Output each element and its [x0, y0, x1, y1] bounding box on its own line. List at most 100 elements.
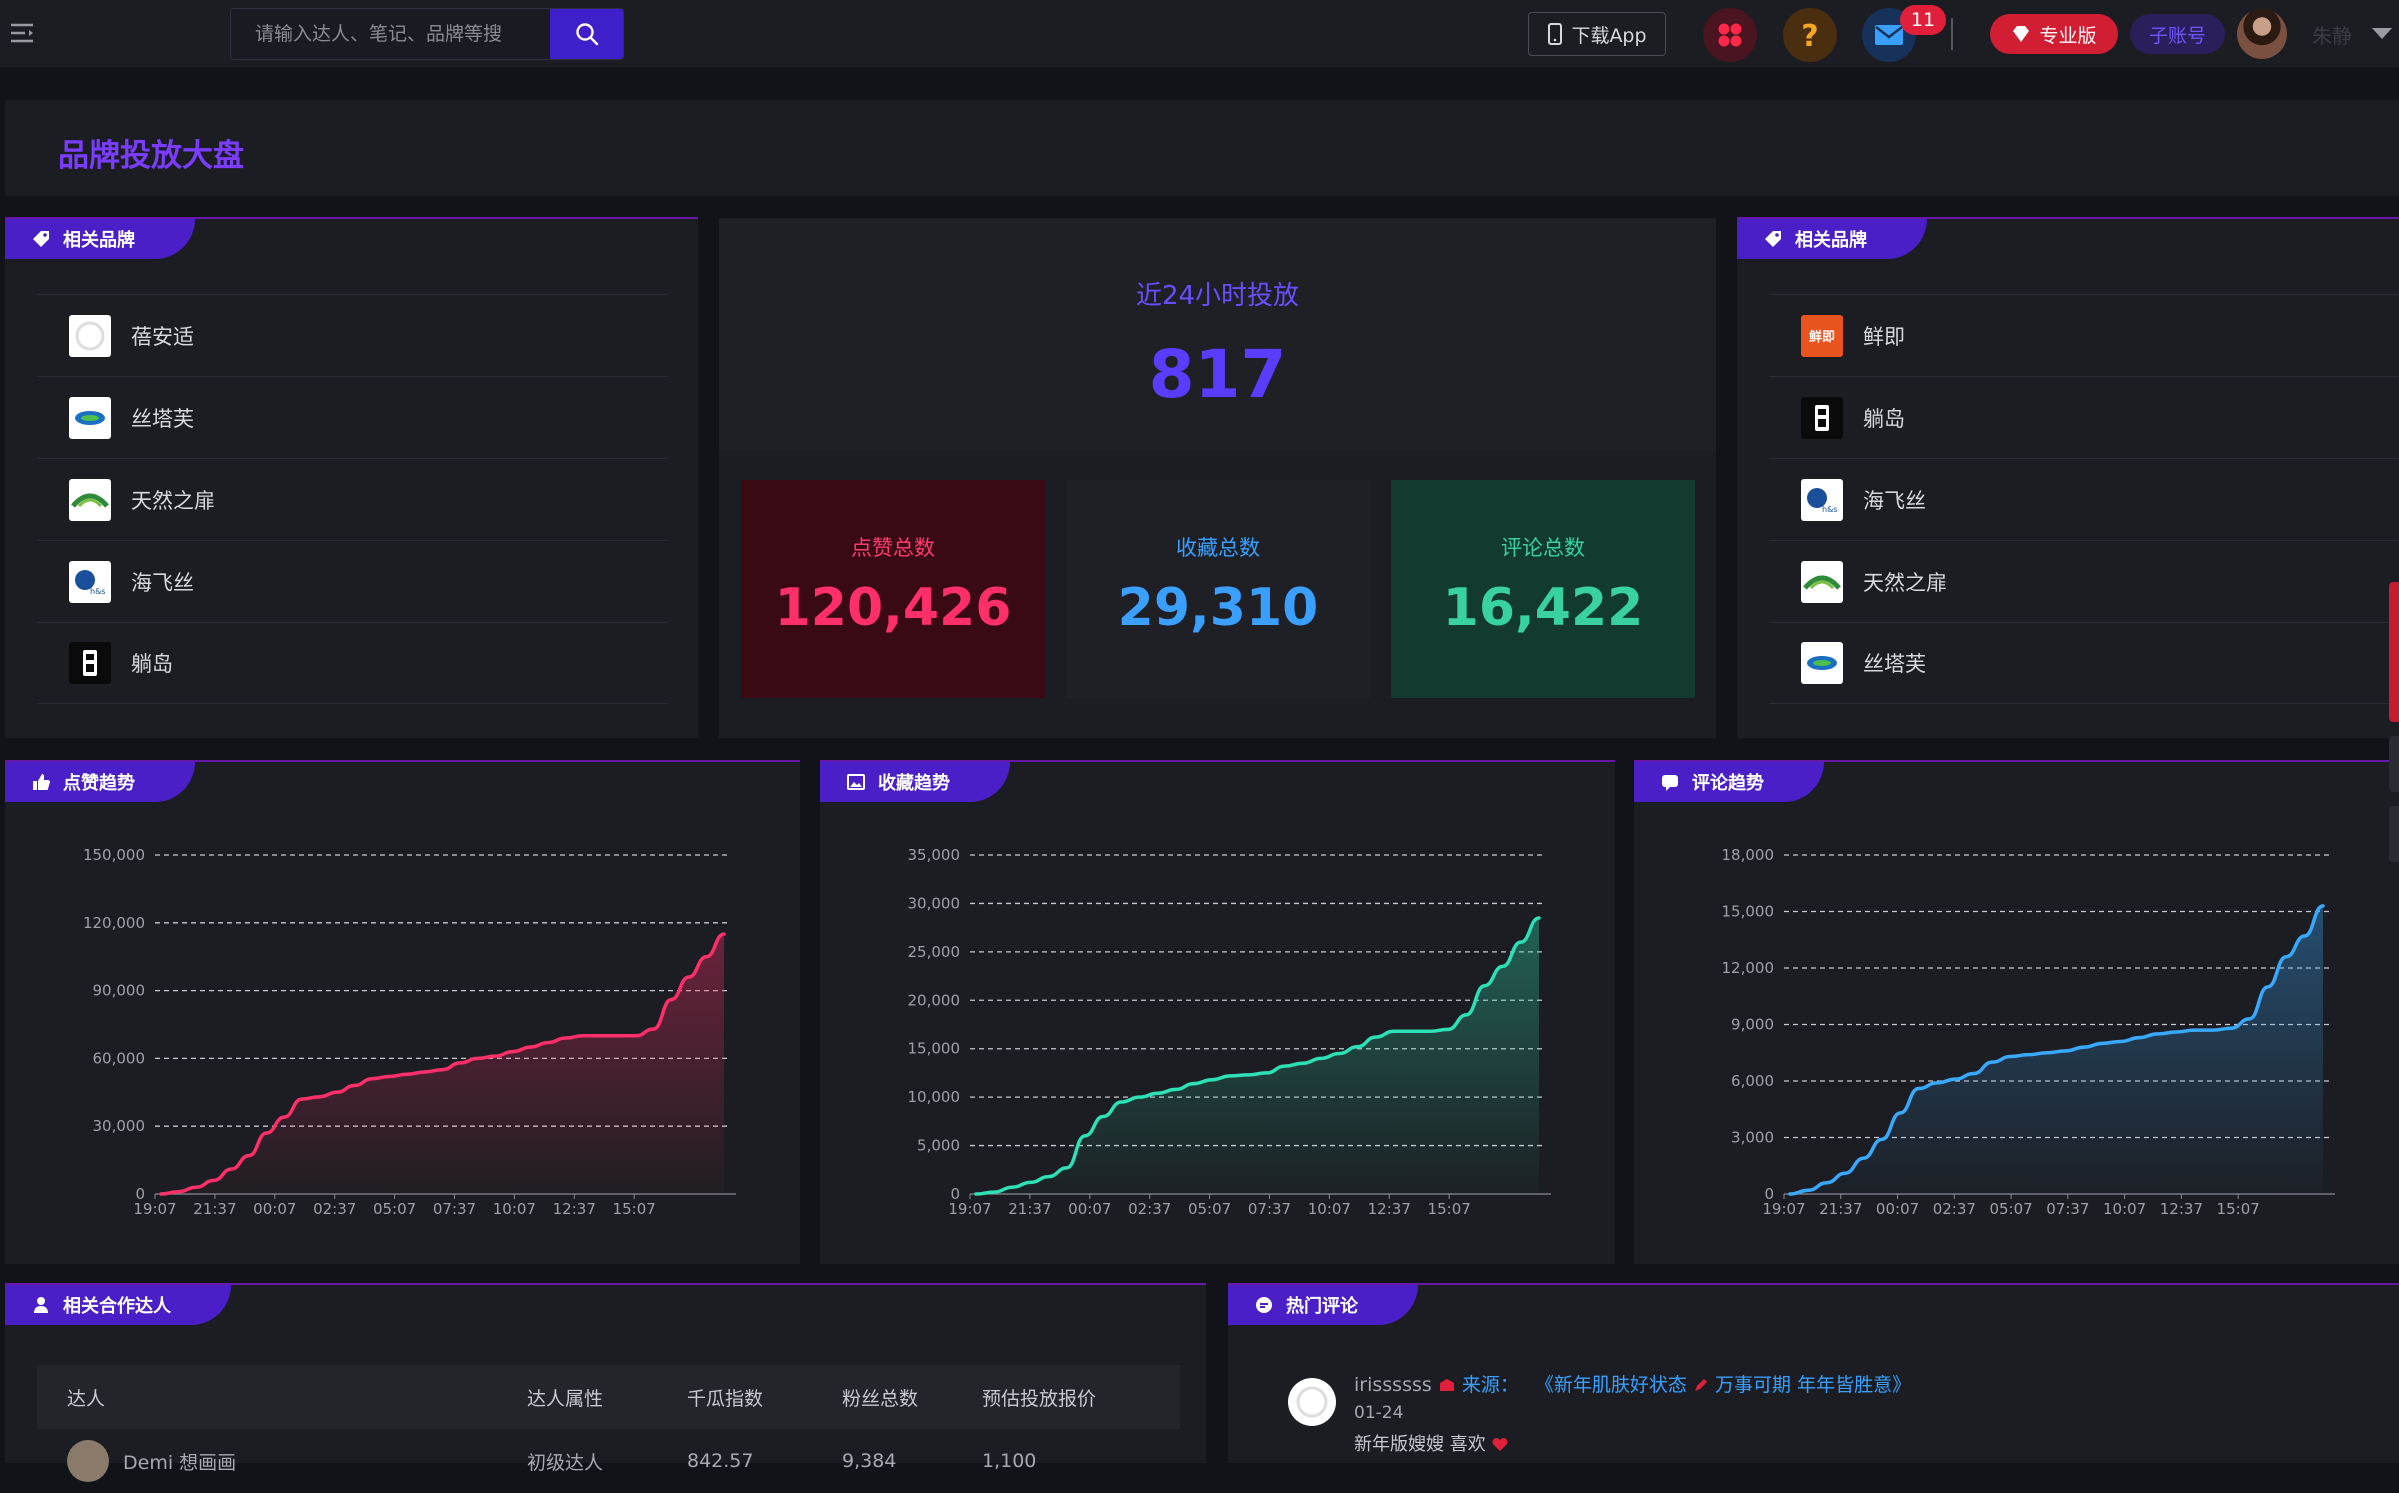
- column-header[interactable]: 预估投放报价: [982, 1384, 1172, 1411]
- series-area: [976, 917, 1539, 1194]
- x-tick-label: 02:37: [313, 1200, 356, 1218]
- brand-name: 海飞丝: [1863, 488, 1926, 513]
- brand-item[interactable]: 躺岛: [1769, 376, 2399, 458]
- summary-panel: 近24小时投放 817 点赞总数 120,426 收藏总数 29,310 评论总…: [719, 218, 1716, 738]
- y-tick-label: 35,000: [908, 846, 961, 864]
- tag-icon: [33, 231, 49, 247]
- last24-value: 817: [1148, 336, 1287, 413]
- brand-item[interactable]: 鲜即 鲜即: [1769, 294, 2399, 376]
- favorites-trend-panel: 收藏趋势 35,000 30,000 25,000 20,000 15,000 10,00…: [820, 760, 1615, 1264]
- x-tick-label: 21:37: [193, 1200, 236, 1218]
- page-title: 品牌投放大盘: [58, 138, 244, 174]
- user-menu-caret-icon[interactable]: [2372, 28, 2392, 39]
- x-tick-label: 00:07: [253, 1200, 296, 1218]
- diamond-icon: [2013, 26, 2030, 42]
- column-header[interactable]: 粉丝总数: [842, 1384, 982, 1411]
- x-tick-label: 00:07: [1068, 1200, 1111, 1218]
- side-scroll-marker[interactable]: [2389, 736, 2399, 792]
- x-tick-label: 07:37: [2046, 1200, 2089, 1218]
- brand-item[interactable]: h&s 海飞丝: [37, 540, 668, 622]
- green-leaf-logo: [69, 478, 111, 521]
- x-tick-label: 10:07: [2103, 1200, 2146, 1218]
- comments-value: 16,422: [1442, 578, 1644, 638]
- table-header: 达人 达人属性 千瓜指数 粉丝总数 预估投放报价: [37, 1365, 1180, 1429]
- last24-label: 近24小时投放: [1135, 281, 1300, 311]
- download-app-button[interactable]: 下载App: [1528, 12, 1666, 56]
- x-tick-label: 21:37: [1008, 1200, 1051, 1218]
- username: 朱静: [2312, 24, 2352, 48]
- y-tick-label: 10,000: [908, 1088, 961, 1106]
- black-badge-logo: [69, 642, 111, 684]
- brand-item[interactable]: 天然之扉: [1769, 540, 2399, 622]
- panel-title: 相关品牌: [63, 230, 135, 251]
- search-input[interactable]: [231, 9, 551, 59]
- side-scroll-marker[interactable]: [2389, 582, 2399, 722]
- cetaphil-logo: [69, 396, 111, 439]
- y-tick-label: 120,000: [83, 914, 145, 932]
- cooperator-name[interactable]: Demi 想画画: [123, 1448, 236, 1475]
- y-tick-label: 15,000: [908, 1040, 961, 1058]
- source-title-link[interactable]: 《新年肌肤好状态: [1535, 1374, 1687, 1396]
- brand-name: 海飞丝: [131, 570, 194, 595]
- cetaphil-logo: [1801, 642, 1843, 684]
- comment-text: 新年版嫂嫂 喜欢: [1354, 1434, 1486, 1455]
- x-tick-label: 15:07: [613, 1200, 656, 1218]
- brand-item[interactable]: 躺岛: [37, 622, 668, 704]
- column-header[interactable]: 达人: [37, 1384, 527, 1411]
- user-icon: [34, 1297, 48, 1313]
- x-tick-label: 19:07: [133, 1200, 176, 1218]
- cooperator-cell: Demi 想画画: [37, 1440, 527, 1482]
- side-scroll-marker[interactable]: [2389, 806, 2399, 862]
- sub-account-button[interactable]: 子账号: [2130, 14, 2225, 54]
- user-avatar[interactable]: [2237, 9, 2287, 59]
- x-tick-label: 19:07: [1762, 1200, 1805, 1218]
- x-tick-label: 12:37: [1368, 1200, 1411, 1218]
- likes-card: 点赞总数 120,426: [741, 480, 1045, 698]
- source-title-link-2[interactable]: 万事可期 年年皆胜意》: [1715, 1374, 1911, 1396]
- svg-text:?: ?: [1801, 19, 1818, 52]
- brand-list: 蓓安适 丝塔芙 天然之扉 h&s 海飞丝 躺岛: [37, 294, 668, 704]
- cell: 842.57: [687, 1450, 754, 1472]
- left-brands-panel: 相关品牌 蓓安适 丝塔芙 天然之扉 h&s 海飞丝 躺岛: [5, 217, 698, 738]
- help-button[interactable]: ?: [1783, 8, 1837, 62]
- x-tick-label: 02:37: [1128, 1200, 1171, 1218]
- brand-item[interactable]: 丝塔芙: [37, 376, 668, 458]
- cooperators-panel: 相关合作达人 达人 达人属性 千瓜指数 粉丝总数 预估投放报价 Demi 想画画…: [5, 1283, 1206, 1482]
- y-tick-label: 90,000: [93, 982, 146, 1000]
- cooperator-avatar: [67, 1440, 109, 1482]
- comments-trend-panel: 评论趋势 18,000 15,000 12,000 9,000 6,000 3,000 0 1…: [1634, 760, 2399, 1264]
- commenter-avatar[interactable]: [1288, 1378, 1336, 1426]
- y-tick-label: 30,000: [908, 894, 961, 912]
- question-mark-icon: ?: [1801, 19, 1818, 52]
- panel-tag: 相关品牌: [1737, 219, 1927, 259]
- brand-item[interactable]: 丝塔芙: [1769, 622, 2399, 704]
- column-header[interactable]: 达人属性: [527, 1384, 687, 1411]
- comment-date: 01-24: [1354, 1403, 1404, 1423]
- pro-version-button[interactable]: 专业版: [1990, 14, 2118, 54]
- comments-label: 评论总数: [1501, 536, 1585, 560]
- commenter-name[interactable]: irissssss: [1354, 1374, 1432, 1396]
- table-row[interactable]: Demi 想画画 初级达人 842.57 9,384 1,100: [37, 1429, 1180, 1493]
- search-button[interactable]: [550, 9, 623, 59]
- apps-button[interactable]: [1703, 8, 1757, 62]
- x-tick-label: 05:07: [1989, 1200, 2032, 1218]
- x-tick-label: 00:07: [1876, 1200, 1919, 1218]
- svg-text:h&s: h&s: [1822, 505, 1837, 514]
- orange-badge-logo: 鲜即: [1801, 314, 1843, 357]
- x-tick-label: 12:37: [2160, 1200, 2203, 1218]
- tag-icon: [1765, 231, 1781, 247]
- brand-name: 丝塔芙: [1863, 652, 1926, 676]
- column-header[interactable]: 千瓜指数: [687, 1384, 842, 1411]
- y-tick-label: 60,000: [93, 1049, 146, 1067]
- chat-bubble-icon: [1256, 1297, 1272, 1313]
- menu-toggle-icon[interactable]: [9, 20, 35, 46]
- brand-item[interactable]: h&s 海飞丝: [1769, 458, 2399, 540]
- x-tick-label: 12:37: [553, 1200, 596, 1218]
- cell: 9,384: [842, 1450, 897, 1472]
- panel-title: 相关合作达人: [63, 1296, 171, 1317]
- x-tick-label: 05:07: [373, 1200, 416, 1218]
- brand-item[interactable]: 天然之扉: [37, 458, 668, 540]
- brand-item[interactable]: 蓓安适: [37, 294, 668, 376]
- search-box: [230, 8, 624, 60]
- y-tick-label: 20,000: [908, 991, 961, 1009]
